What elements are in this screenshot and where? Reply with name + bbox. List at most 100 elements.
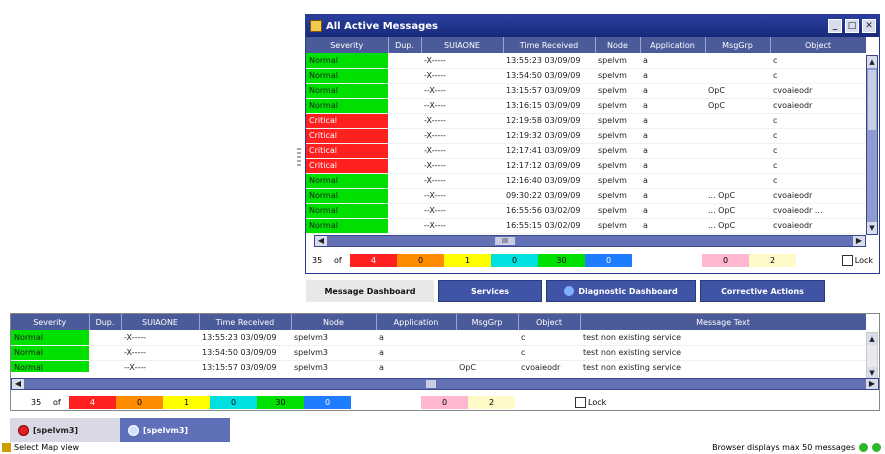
time-received-cell: 16:55:56 03/02/09 (503, 203, 595, 219)
column-header[interactable]: Node (291, 314, 377, 330)
time-received-cell: 12:16:40 03/09/09 (503, 173, 595, 189)
minimize-button[interactable]: _ (828, 19, 842, 33)
bottom-vertical-scrollbar[interactable]: ▲ ▼ (866, 332, 878, 380)
severity-count-cell[interactable]: 0 (116, 395, 163, 409)
severity-count-cell[interactable]: 0 (421, 395, 468, 409)
table-row[interactable]: Normal --X---- 13:15:57 03/09/09 spelvm3 a Op… (11, 360, 866, 372)
column-header[interactable]: Application (376, 314, 457, 330)
column-header[interactable]: SUIAONE (121, 314, 200, 330)
flags-cell: --X---- (121, 360, 199, 372)
scroll-right-icon[interactable]: ▶ (866, 379, 878, 389)
top-vertical-scrollbar[interactable]: ▲ ▼ (866, 55, 878, 235)
table-row[interactable]: Normal --X---- 16:55:56 03/02/09 spelvm a...… (306, 203, 866, 219)
bottom-horizontal-scrollbar[interactable]: ◀ ▶ (11, 378, 879, 390)
column-header[interactable]: MsgGrp (705, 37, 771, 53)
table-row[interactable]: Normal --X---- 16:55:15 03/02/09 spelvm a...… (306, 218, 866, 234)
splitter-handle[interactable] (297, 148, 301, 168)
table-row[interactable]: Normal --X---- 13:16:15 03/09/09 spelvm a OpC… (306, 98, 866, 114)
horizontal-scroll-thumb[interactable]: III (495, 237, 515, 245)
horizontal-scroll-thumb[interactable] (426, 380, 436, 388)
object-cell: c (770, 113, 866, 129)
dup-cell (388, 68, 421, 84)
severity-count-cell[interactable]: 1 (163, 395, 210, 409)
severity-count-cell[interactable]: 30 (538, 253, 585, 267)
column-header[interactable]: MsgGrp (456, 314, 519, 330)
node-cell: spelvm (595, 68, 640, 84)
severity-cell: Normal (306, 173, 388, 189)
top-horizontal-scrollbar[interactable]: ◀ III ▶ (314, 235, 866, 247)
column-header[interactable]: Time Received (503, 37, 596, 53)
scroll-left-icon[interactable]: ◀ (315, 236, 327, 246)
scroll-left-icon[interactable]: ◀ (12, 379, 24, 389)
column-header[interactable]: Time Received (199, 314, 292, 330)
object-cell: c (770, 128, 866, 144)
dup-cell (388, 188, 421, 204)
severity-count-cell[interactable]: 0 (304, 395, 351, 409)
table-row[interactable]: Critical -X----- 12:19:58 03/09/09 spelvm a c (306, 113, 866, 129)
severity-count-cell[interactable]: 0 (585, 253, 632, 267)
lock-toggle[interactable]: Lock (841, 254, 873, 266)
table-row[interactable]: Normal -X----- 13:54:50 03/09/09 spelvm a c (306, 68, 866, 84)
severity-count-cell[interactable]: 4 (69, 395, 116, 409)
severity-count-cell[interactable]: 30 (257, 395, 304, 409)
column-header[interactable]: Node (595, 37, 641, 53)
application-cell: a (640, 173, 705, 189)
severity-count-cell[interactable]: 0 (397, 253, 444, 267)
tab-diagnostic-dashboard[interactable]: Diagnostic Dashboard (546, 280, 696, 302)
application-cell: a (640, 143, 705, 159)
severity-count-cell[interactable]: 2 (749, 253, 796, 267)
table-row[interactable]: Normal --X---- 13:15:57 03/09/09 spelvm a OpC… (306, 83, 866, 99)
severity-count-cell[interactable]: 1 (444, 253, 491, 267)
tab-services[interactable]: Services (438, 280, 542, 302)
tab-corrective-actions[interactable]: Corrective Actions (700, 280, 825, 302)
table-row[interactable]: Critical -X----- 12:17:12 03/09/09 spelvm a c (306, 158, 866, 174)
lock-toggle[interactable]: Lock (575, 396, 606, 408)
lock-checkbox[interactable] (841, 254, 853, 266)
table-row[interactable]: Critical -X----- 12:19:32 03/09/09 spelvm a c (306, 128, 866, 144)
table-row[interactable]: Normal -X----- 12:16:40 03/09/09 spelvm a c (306, 173, 866, 189)
column-header[interactable]: Severity (306, 37, 389, 53)
column-header[interactable]: Severity (11, 314, 90, 330)
severity-cell: Critical (306, 143, 388, 159)
window-titlebar[interactable]: All Active Messages _ □ ✕ (306, 15, 879, 37)
critical-status-icon (18, 424, 29, 436)
maximize-button[interactable]: □ (845, 19, 859, 33)
tab-node-critical[interactable]: [spelvm3] (10, 418, 120, 442)
table-row[interactable]: Critical -X----- 12:17:41 03/09/09 spelvm a c (306, 143, 866, 159)
scroll-up-icon[interactable]: ▲ (867, 56, 877, 68)
severity-count-cell[interactable]: 0 (491, 253, 538, 267)
tab-node-normal[interactable]: [spelvm3] (120, 418, 230, 442)
table-row[interactable]: Normal --X---- 09:30:22 03/09/09 spelvm a...… (306, 188, 866, 204)
node-cell: spelvm (595, 173, 640, 189)
column-header[interactable]: Dup. (388, 37, 422, 53)
column-header[interactable]: Message Text (580, 314, 866, 330)
msggrp-cell (456, 345, 518, 361)
severity-count-cell[interactable]: 2 (468, 395, 515, 409)
application-cell: a (640, 218, 705, 234)
vertical-scroll-thumb[interactable] (868, 70, 876, 130)
column-header[interactable]: Object (518, 314, 581, 330)
column-header[interactable]: Object (770, 37, 866, 53)
dup-cell (89, 330, 121, 346)
column-header[interactable]: SUIAONE (421, 37, 504, 53)
scroll-down-icon[interactable]: ▼ (867, 222, 877, 234)
severity-count-cell[interactable]: 0 (702, 253, 749, 267)
time-received-cell: 09:30:22 03/09/09 (503, 188, 595, 204)
table-row[interactable]: Normal -X----- 13:55:23 03/09/09 spelvm a c (306, 53, 866, 69)
object-cell: cvoaieodr (770, 188, 866, 204)
tab-label: [spelvm3] (143, 425, 189, 435)
tab-message-dashboard[interactable]: Message Dashboard (306, 280, 434, 302)
close-button[interactable]: ✕ (862, 19, 876, 33)
application-cell: a (640, 98, 705, 114)
time-received-cell: 13:54:50 03/09/09 (503, 68, 595, 84)
scroll-right-icon[interactable]: ▶ (853, 236, 865, 246)
table-row[interactable]: Normal -X----- 13:55:23 03/09/09 spelvm3 a c t… (11, 330, 866, 346)
severity-count-cell[interactable]: 4 (350, 253, 397, 267)
table-row[interactable]: Normal -X----- 13:54:50 03/09/09 spelvm3 a c t… (11, 345, 866, 361)
scroll-up-icon[interactable]: ▲ (867, 333, 877, 345)
column-header[interactable]: Application (640, 37, 706, 53)
lock-checkbox[interactable] (575, 396, 586, 408)
column-header[interactable]: Dup. (89, 314, 122, 330)
msggrp-cell (705, 143, 770, 159)
severity-count-cell[interactable]: 0 (210, 395, 257, 409)
